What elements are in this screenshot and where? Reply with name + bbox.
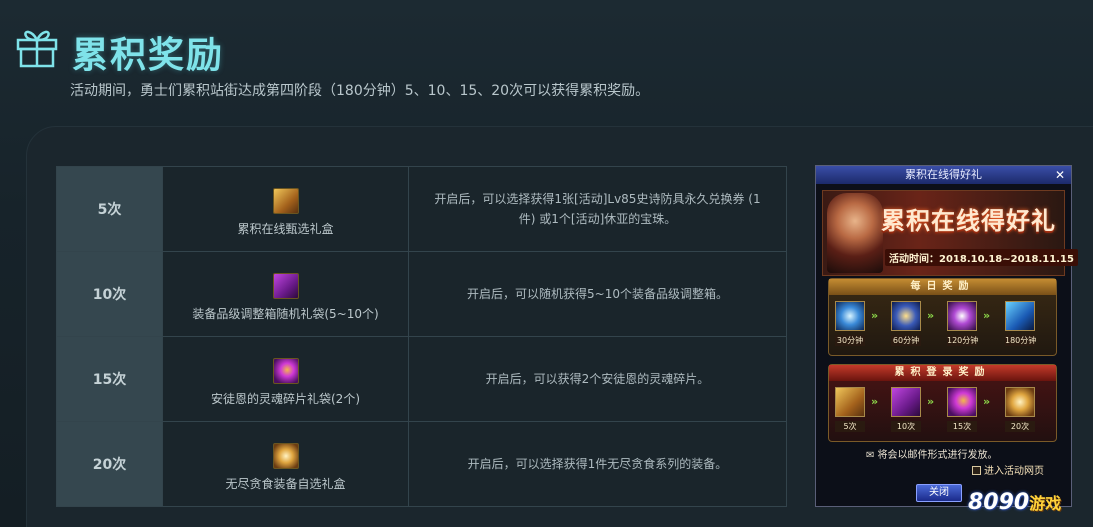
table-row: 20次 无尽贪食装备自选礼盒 开启后，可以选择获得1件无尽贪食系列的装备。 xyxy=(56,421,787,507)
character-portrait xyxy=(827,193,883,273)
count-cell: 10次 xyxy=(56,251,163,337)
reward-slot[interactable]: 20次 xyxy=(1005,387,1035,432)
page-subtitle: 活动期间，勇士们累积站街达成第四阶段（180分钟）5、10、15、20次可以获得… xyxy=(70,83,650,99)
reward-count-label: 20次 xyxy=(1005,421,1035,432)
item-name: 装备品级调整箱随机礼袋(5~10个) xyxy=(192,306,379,321)
item-cell: 累积在线甄选礼盒 xyxy=(162,166,409,252)
count-cell: 20次 xyxy=(56,421,163,507)
reward-count-label: 5次 xyxy=(835,421,865,432)
arrow-icon: » xyxy=(871,309,878,322)
reward-item-icon xyxy=(835,301,865,331)
reward-item-icon xyxy=(891,301,921,331)
daily-reward-section: 每日奖励 30分钟 » 60分钟 » 120分钟 » 180分钟 xyxy=(828,278,1057,356)
event-banner: 累积在线得好礼 活动时间：2018.10.18~2018.11.15 xyxy=(822,190,1078,276)
reward-slot[interactable]: 5次 xyxy=(835,387,865,432)
table-row: 15次 安徒恩的灵魂碎片礼袋(2个) 开启后，可以获得2个安徒恩的灵魂碎片。 xyxy=(56,336,787,422)
reward-item-icon xyxy=(835,387,865,417)
popup-title-bar: 累积在线得好礼 ✕ xyxy=(816,166,1071,184)
soul-shard-bag-icon[interactable] xyxy=(272,357,299,384)
checkbox-icon[interactable] xyxy=(972,466,981,475)
item-cell: 安徒恩的灵魂碎片礼袋(2个) xyxy=(162,336,409,422)
reward-item-icon xyxy=(1005,387,1035,417)
desc-cell: 开启后，可以随机获得5~10个装备品级调整箱。 xyxy=(408,251,787,337)
mail-notice: ✉ 将会以邮件形式进行发放。 xyxy=(866,450,998,461)
table-row: 5次 累积在线甄选礼盒 开启后，可以选择获得1张[活动]Lv85史诗防具永久兑换… xyxy=(56,166,787,252)
count-cell: 5次 xyxy=(56,166,163,252)
banner-title: 累积在线得好礼 xyxy=(881,207,1056,235)
close-icon[interactable]: ✕ xyxy=(1055,166,1065,184)
reward-item-icon xyxy=(1005,301,1035,331)
equipment-box-icon[interactable] xyxy=(272,272,299,299)
cumulative-reward-row: 5次 » 10次 » 15次 » 20次 xyxy=(835,387,1052,439)
reward-slot[interactable]: 10次 xyxy=(891,387,921,432)
banner-date: 活动时间：2018.10.18~2018.11.15 xyxy=(885,249,1078,266)
reward-item-icon xyxy=(891,387,921,417)
desc-cell: 开启后，可以选择获得1件无尽贪食系列的装备。 xyxy=(408,421,787,507)
arrow-icon: » xyxy=(927,395,934,408)
reward-slot[interactable]: 120分钟 xyxy=(947,301,979,346)
popup-title: 累积在线得好礼 xyxy=(905,168,982,181)
event-popup-window: 累积在线得好礼 ✕ 累积在线得好礼 活动时间：2018.10.18~2018.1… xyxy=(815,165,1078,507)
page-title: 累积奖励 xyxy=(72,35,225,76)
item-cell: 装备品级调整箱随机礼袋(5~10个) xyxy=(162,251,409,337)
reward-item-icon xyxy=(947,387,977,417)
desc-cell: 开启后，可以获得2个安徒恩的灵魂碎片。 xyxy=(408,336,787,422)
arrow-icon: » xyxy=(871,395,878,408)
count-cell: 15次 xyxy=(56,336,163,422)
enter-event-page-link[interactable]: 进入活动网页 xyxy=(972,462,1044,477)
daily-reward-heading: 每日奖励 xyxy=(829,279,1056,295)
site-watermark-logo: 8090游戏 xyxy=(968,490,1086,520)
item-cell: 无尽贪食装备自选礼盒 xyxy=(162,421,409,507)
reward-count-label: 15次 xyxy=(947,421,977,432)
reward-slot[interactable]: 60分钟 xyxy=(891,301,921,346)
reward-slot[interactable]: 30分钟 xyxy=(835,301,865,346)
item-name: 安徒恩的灵魂碎片礼袋(2个) xyxy=(211,391,360,406)
enter-event-page-label: 进入活动网页 xyxy=(984,466,1044,477)
rewards-table: 5次 累积在线甄选礼盒 开启后，可以选择获得1张[活动]Lv85史诗防具永久兑换… xyxy=(56,166,787,507)
daily-reward-row: 30分钟 » 60分钟 » 120分钟 » 180分钟 xyxy=(835,301,1052,353)
arrow-icon: » xyxy=(983,309,990,322)
treasure-chest-icon[interactable] xyxy=(272,442,299,469)
desc-cell: 开启后，可以选择获得1张[活动]Lv85史诗防具永久兑换券 (1件) 或1个[活… xyxy=(408,166,787,252)
reward-count-label: 10次 xyxy=(891,421,921,432)
reward-slot[interactable]: 15次 xyxy=(947,387,977,432)
reward-time-label: 120分钟 xyxy=(947,335,979,346)
arrow-icon: » xyxy=(927,309,934,322)
arrow-icon: » xyxy=(983,395,990,408)
cumulative-reward-heading: 累积登录奖励 xyxy=(829,365,1056,381)
reward-time-label: 30分钟 xyxy=(835,335,865,346)
table-row: 10次 装备品级调整箱随机礼袋(5~10个) 开启后，可以随机获得5~10个装备… xyxy=(56,251,787,337)
close-button[interactable]: 关闭 xyxy=(916,484,962,502)
gift-box-icon[interactable] xyxy=(272,187,299,214)
cumulative-reward-section: 累积登录奖励 5次 » 10次 » 15次 » 20次 xyxy=(828,364,1057,442)
gift-icon xyxy=(16,30,58,68)
item-name: 累积在线甄选礼盒 xyxy=(237,221,334,236)
watermark-text: 游戏 xyxy=(1029,494,1062,513)
reward-time-label: 180分钟 xyxy=(1005,335,1037,346)
reward-item-icon xyxy=(947,301,977,331)
watermark-number: 8090 xyxy=(968,490,1030,515)
reward-slot[interactable]: 180分钟 xyxy=(1005,301,1037,346)
item-name: 无尽贪食装备自选礼盒 xyxy=(225,476,346,491)
reward-time-label: 60分钟 xyxy=(891,335,921,346)
